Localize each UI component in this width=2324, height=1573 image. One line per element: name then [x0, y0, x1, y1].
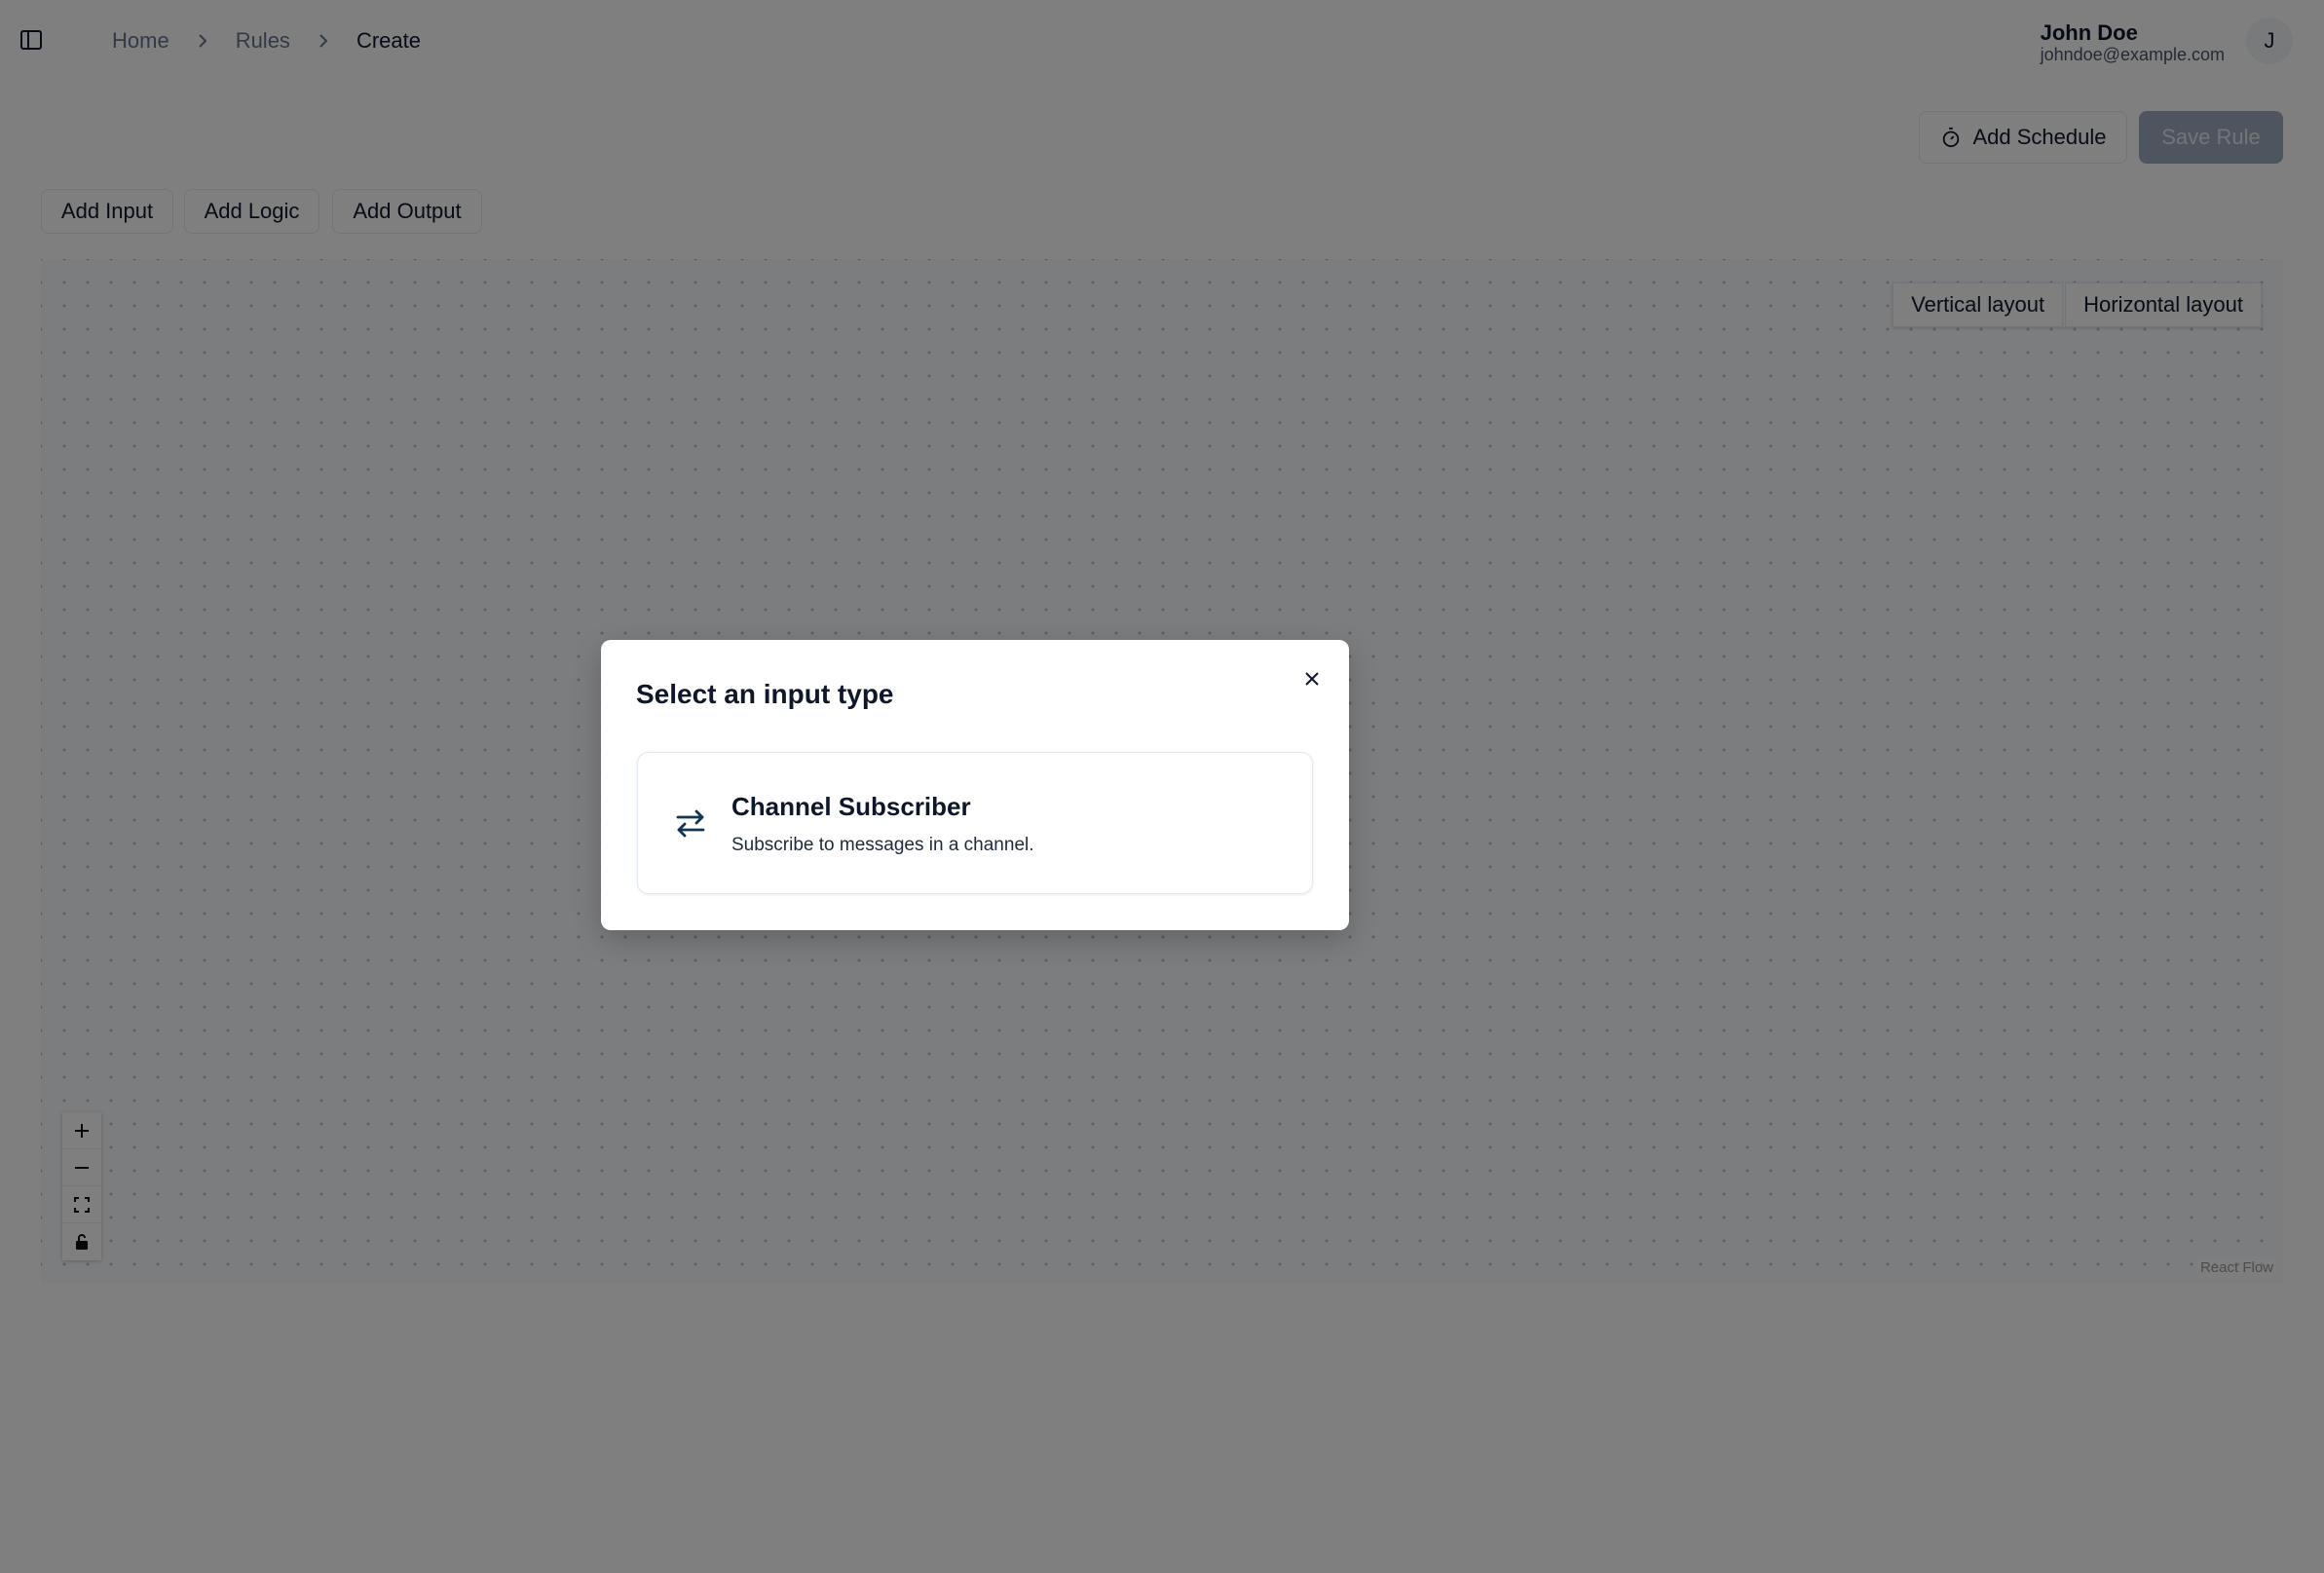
option-channel-subscriber[interactable]: Channel Subscriber Subscribe to messages… — [637, 752, 1313, 894]
close-icon[interactable] — [1298, 665, 1326, 693]
option-description: Subscribe to messages in a channel. — [731, 835, 1034, 855]
dialog-title: Select an input type — [636, 679, 894, 709]
arrows-left-right-icon — [673, 805, 708, 841]
app-root: Home Rules Create John Doe johndoe@examp… — [0, 0, 2324, 1573]
option-title: Channel Subscriber — [731, 792, 971, 821]
select-input-type-dialog: Select an input type Channel Subscriber … — [601, 640, 1349, 930]
